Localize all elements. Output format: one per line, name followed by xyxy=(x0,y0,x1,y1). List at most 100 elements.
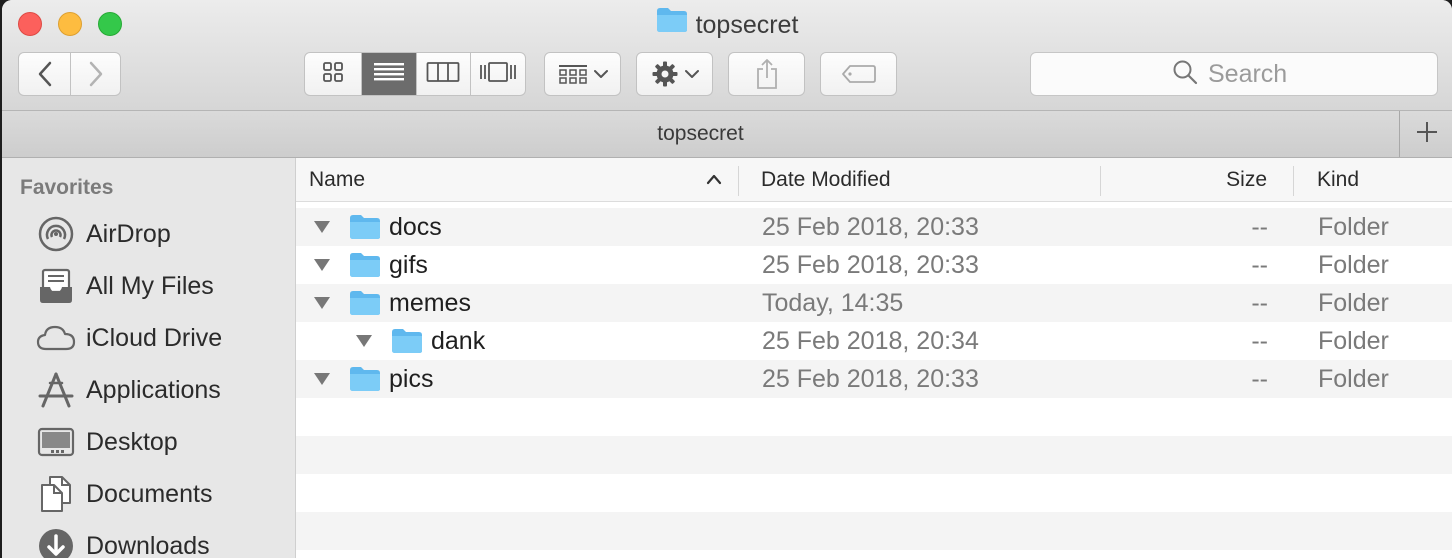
file-name: docs xyxy=(389,213,442,241)
folder-icon xyxy=(349,252,381,283)
search-input[interactable] xyxy=(1208,59,1296,89)
window-title: topsecret xyxy=(2,7,1452,44)
back-button[interactable] xyxy=(18,52,71,96)
sidebar-item-icloud-drive[interactable]: iCloud Drive xyxy=(2,312,296,364)
icon-view-button[interactable] xyxy=(305,53,363,95)
action-button[interactable] xyxy=(636,52,713,96)
table-row[interactable]: gifs 25 Feb 2018, 20:33 -- Folder xyxy=(296,246,1452,284)
file-kind: Folder xyxy=(1318,251,1389,279)
file-size: -- xyxy=(1251,289,1268,317)
cover-flow-button[interactable] xyxy=(471,53,526,95)
column-header-row: Name Date Modified Size Kind xyxy=(296,158,1452,202)
empty-row xyxy=(296,474,1452,512)
folder-icon xyxy=(349,366,381,397)
file-name: memes xyxy=(389,289,471,317)
file-kind: Folder xyxy=(1318,365,1389,393)
empty-row xyxy=(296,436,1452,474)
chevron-right-icon xyxy=(88,61,104,87)
desktop-icon xyxy=(36,422,76,462)
file-kind: Folder xyxy=(1318,213,1389,241)
file-name: gifs xyxy=(389,251,428,279)
disclosure-triangle-icon[interactable] xyxy=(312,295,332,316)
search-icon xyxy=(1172,59,1198,90)
finder-window: topsecret Search topsecret Favorites Air… xyxy=(2,0,1452,558)
disclosure-triangle-icon[interactable] xyxy=(312,371,332,392)
column-header-label: Name xyxy=(309,168,366,191)
column-header-date[interactable]: Date Modified xyxy=(761,158,891,202)
forward-button[interactable] xyxy=(70,52,121,96)
empty-row xyxy=(296,398,1452,436)
file-kind: Folder xyxy=(1318,327,1389,355)
file-size: -- xyxy=(1251,327,1268,355)
tag-button[interactable] xyxy=(820,52,897,96)
sidebar-item-downloads[interactable]: Downloads xyxy=(2,520,296,558)
arrange-button[interactable] xyxy=(544,52,621,96)
icon-view-icon xyxy=(322,61,344,88)
all-files-icon xyxy=(36,266,76,306)
disclosure-triangle-icon[interactable] xyxy=(354,333,374,354)
file-date: 25 Feb 2018, 20:33 xyxy=(762,365,979,393)
column-divider[interactable] xyxy=(738,166,739,196)
tab-topsecret[interactable]: topsecret xyxy=(2,111,1400,157)
sidebar-item-label: Desktop xyxy=(86,427,178,456)
sidebar-item-label: All My Files xyxy=(86,271,214,300)
arrange-grid-icon xyxy=(558,63,588,85)
column-view-icon xyxy=(426,61,460,88)
table-row[interactable]: dank 25 Feb 2018, 20:34 -- Folder xyxy=(296,322,1452,360)
file-size: -- xyxy=(1251,251,1268,279)
share-button[interactable] xyxy=(728,52,805,96)
column-header-label: Date Modified xyxy=(761,168,891,191)
sidebar-item-airdrop[interactable]: AirDrop xyxy=(2,208,296,260)
cloud-icon xyxy=(36,318,76,358)
chevron-down-icon xyxy=(593,69,608,79)
file-date: Today, 14:35 xyxy=(762,289,904,317)
folder-icon xyxy=(349,290,381,321)
column-header-label: Kind xyxy=(1317,168,1360,191)
disclosure-triangle-icon[interactable] xyxy=(312,257,332,278)
gear-icon xyxy=(651,60,679,88)
table-row[interactable]: pics 25 Feb 2018, 20:33 -- Folder xyxy=(296,360,1452,398)
cover-flow-icon xyxy=(479,61,517,88)
disclosure-triangle-icon[interactable] xyxy=(312,219,332,240)
airdrop-icon xyxy=(36,214,76,254)
chevron-up-icon xyxy=(706,172,722,190)
chevron-down-icon xyxy=(684,69,699,79)
window-title-text: topsecret xyxy=(695,11,799,39)
file-kind: Folder xyxy=(1318,289,1389,317)
list-view-icon xyxy=(373,61,405,88)
file-date: 25 Feb 2018, 20:34 xyxy=(762,327,979,355)
column-divider[interactable] xyxy=(1293,166,1294,196)
toolbar: topsecret xyxy=(2,0,1452,111)
column-header-size[interactable]: Size xyxy=(1101,158,1267,202)
list-view-button[interactable] xyxy=(362,53,417,95)
file-list: Name Date Modified Size Kind docs 25 Feb… xyxy=(296,158,1452,558)
new-tab-button[interactable] xyxy=(1401,111,1452,157)
sidebar-item-label: AirDrop xyxy=(86,219,171,248)
empty-row xyxy=(296,512,1452,550)
applications-icon xyxy=(36,370,76,410)
sidebar-item-all-my-files[interactable]: All My Files xyxy=(2,260,296,312)
sidebar-item-documents[interactable]: Documents xyxy=(2,468,296,520)
sidebar-item-desktop[interactable]: Desktop xyxy=(2,416,296,468)
plus-icon xyxy=(1415,120,1439,149)
sidebar-item-label: Applications xyxy=(86,375,221,404)
chevron-left-icon xyxy=(37,61,53,87)
share-icon xyxy=(754,58,780,90)
table-row[interactable]: docs 25 Feb 2018, 20:33 -- Folder xyxy=(296,208,1452,246)
table-row[interactable]: memes Today, 14:35 -- Folder xyxy=(296,284,1452,322)
file-date: 25 Feb 2018, 20:33 xyxy=(762,213,979,241)
sidebar-heading-favorites: Favorites xyxy=(20,176,114,199)
tag-icon xyxy=(841,63,877,85)
file-date: 25 Feb 2018, 20:33 xyxy=(762,251,979,279)
column-header-label: Size xyxy=(1226,168,1267,191)
file-size: -- xyxy=(1251,365,1268,393)
folder-icon xyxy=(391,328,423,359)
column-header-name[interactable]: Name xyxy=(309,158,729,202)
sidebar-item-label: Documents xyxy=(86,479,213,508)
tab-bar: topsecret xyxy=(2,111,1452,158)
sidebar-item-applications[interactable]: Applications xyxy=(2,364,296,416)
search-field[interactable] xyxy=(1030,52,1438,96)
column-view-button[interactable] xyxy=(417,53,471,95)
sidebar-item-label: iCloud Drive xyxy=(86,323,223,352)
column-header-kind[interactable]: Kind xyxy=(1317,158,1359,202)
